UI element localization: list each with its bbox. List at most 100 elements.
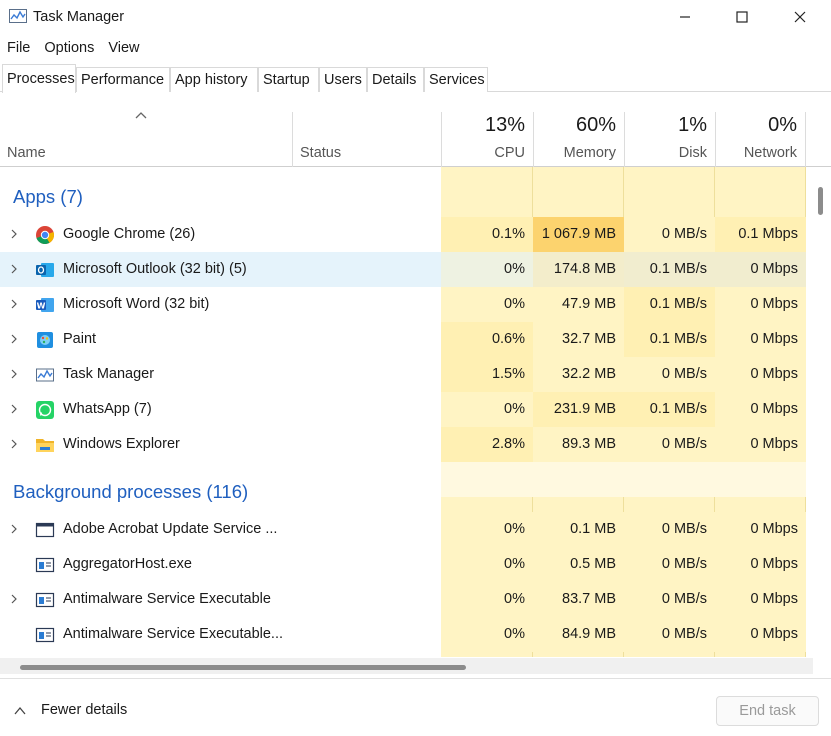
disk-cell: 0.1 MB/s — [624, 252, 715, 287]
chevron-right-icon[interactable] — [9, 299, 19, 309]
network-value: 0 Mbps — [750, 296, 798, 312]
svg-text:W: W — [37, 302, 46, 311]
fewer-details-button[interactable]: Fewer details — [13, 702, 127, 718]
network-value: 0 Mbps — [750, 521, 798, 537]
horizontal-scrollbar-thumb[interactable] — [20, 665, 466, 670]
memory-value: 231.9 MB — [553, 401, 616, 417]
column-network[interactable]: 0% Network — [715, 112, 806, 167]
table-row[interactable]: Paint 0.6% 32.7 MB 0.1 MB/s 0 Mbps — [0, 322, 813, 357]
cpu-cell: 0.1% — [441, 217, 533, 252]
chevron-right-icon[interactable] — [9, 404, 19, 414]
table-row[interactable]: W Microsoft Word (32 bit) 0% 47.9 MB 0.1… — [0, 287, 813, 322]
table-row[interactable]: AggregatorHost.exe 0% 0.5 MB 0 MB/s 0 Mb… — [0, 547, 813, 582]
chevron-right-icon[interactable] — [9, 229, 19, 239]
spacer-cell — [441, 462, 806, 497]
tab-processes[interactable]: Processes — [2, 64, 76, 93]
tab-details[interactable]: Details — [367, 67, 424, 92]
process-name: Adobe Acrobat Update Service ... — [63, 521, 278, 537]
table-row[interactable]: Microsoft Outlook (32 bit) (5) 0% 174.8 … — [0, 252, 813, 287]
tab-users[interactable]: Users — [319, 67, 367, 92]
chrome-icon — [36, 226, 55, 245]
memory-value: 174.8 MB — [553, 261, 616, 277]
disk-label: Disk — [678, 145, 707, 161]
process-name: AggregatorHost.exe — [63, 556, 192, 572]
group-apps[interactable]: Apps (7) — [13, 186, 83, 208]
process-name: WhatsApp (7) — [63, 401, 152, 417]
network-value: 0 Mbps — [750, 331, 798, 347]
menu-options[interactable]: Options — [37, 37, 101, 59]
paint-icon — [37, 332, 53, 348]
chevron-right-icon[interactable] — [9, 439, 19, 449]
vertical-scrollbar[interactable] — [818, 187, 823, 215]
folder-icon — [36, 439, 54, 452]
memory-total: 60% — [575, 114, 616, 136]
close-button[interactable] — [777, 0, 823, 34]
cpu-value: 0% — [504, 401, 525, 417]
cpu-label: CPU — [494, 145, 525, 161]
process-name: Microsoft Word (32 bit) — [63, 296, 210, 312]
table-row[interactable]: Windows Explorer 2.8% 89.3 MB 0 MB/s 0 M… — [0, 427, 813, 462]
chevron-right-icon[interactable] — [9, 524, 19, 534]
chevron-right-icon[interactable] — [9, 264, 19, 274]
memory-cell: 32.7 MB — [533, 322, 624, 357]
disk-cell: 0 MB/s — [624, 512, 715, 547]
memory-cell: 0.1 MB — [533, 512, 624, 547]
network-value: 0 Mbps — [750, 626, 798, 642]
network-value: 0 Mbps — [750, 366, 798, 382]
cpu-value: 0% — [504, 591, 525, 607]
menu-file[interactable]: File — [0, 37, 37, 59]
disk-cell: 0 MB/s — [624, 547, 715, 582]
menu-bar: File Options View — [0, 37, 147, 59]
network-cell: 0 Mbps — [715, 392, 806, 427]
network-cell: 0 Mbps — [715, 512, 806, 547]
cpu-value: 0% — [504, 296, 525, 312]
end-task-button[interactable]: End task — [716, 696, 819, 726]
tab-startup[interactable]: Startup — [258, 67, 319, 92]
disk-cell: 0 MB/s — [624, 617, 715, 652]
network-cell: 0 Mbps — [715, 617, 806, 652]
disk-value: 0.1 MB/s — [649, 261, 707, 277]
memory-cell: 231.9 MB — [533, 392, 624, 427]
menu-view[interactable]: View — [101, 37, 146, 59]
network-total: 0% — [768, 114, 797, 136]
column-memory[interactable]: 60% Memory — [533, 112, 624, 167]
column-disk[interactable]: 1% Disk — [624, 112, 715, 167]
memory-cell: 1 067.9 MB — [533, 217, 624, 252]
process-icon — [35, 557, 55, 573]
table-row[interactable]: Antimalware Service Executable... 0% 84.… — [0, 617, 813, 652]
network-label: Network — [743, 145, 797, 161]
table-row[interactable]: Google Chrome (26) 0.1% 1 067.9 MB 0 MB/… — [0, 217, 813, 252]
table-row[interactable]: Task Manager 1.5% 32.2 MB 0 MB/s 0 Mbps — [0, 357, 813, 392]
process-icon — [35, 592, 55, 608]
minimize-icon — [680, 16, 690, 18]
table-row[interactable]: Antimalware Service Executable 0% 83.7 M… — [0, 582, 813, 617]
chevron-right-icon[interactable] — [9, 334, 19, 344]
column-name[interactable]: Name — [0, 112, 292, 167]
disk-cell: 0 MB/s — [624, 582, 715, 617]
table-row[interactable]: Adobe Acrobat Update Service ... 0% 0.1 … — [0, 512, 813, 547]
disk-value: 0 MB/s — [661, 591, 707, 607]
memory-value: 32.7 MB — [562, 331, 616, 347]
column-cpu[interactable]: 13% CPU — [441, 112, 533, 167]
minimize-button[interactable] — [662, 0, 708, 34]
chevron-right-icon[interactable] — [9, 369, 19, 379]
network-cell: 0 Mbps — [715, 357, 806, 392]
table-row[interactable]: WhatsApp (7) 0% 231.9 MB 0.1 MB/s 0 Mbps — [0, 392, 813, 427]
column-status[interactable]: Status — [292, 112, 441, 167]
tab-performance[interactable]: Performance — [76, 67, 170, 92]
network-value: 0 Mbps — [750, 436, 798, 452]
maximize-button[interactable] — [719, 0, 765, 34]
chevron-right-icon[interactable] — [9, 594, 19, 604]
network-cell: 0 Mbps — [715, 252, 806, 287]
disk-value: 0.1 MB/s — [649, 296, 707, 312]
tab-services[interactable]: Services — [424, 67, 488, 92]
process-list: Apps (7) Google Chrome (26) 0.1% 1 067.9… — [0, 167, 813, 657]
process-name: Antimalware Service Executable — [63, 591, 271, 607]
tab-app-history[interactable]: App history — [170, 67, 258, 92]
outlook-icon — [36, 263, 54, 277]
memory-value: 89.3 MB — [562, 436, 616, 452]
memory-value: 1 067.9 MB — [541, 226, 616, 242]
group-background-processes[interactable]: Background processes (116) — [13, 481, 248, 503]
cpu-cell: 1.5% — [441, 357, 533, 392]
memory-cell: 0.5 MB — [533, 547, 624, 582]
